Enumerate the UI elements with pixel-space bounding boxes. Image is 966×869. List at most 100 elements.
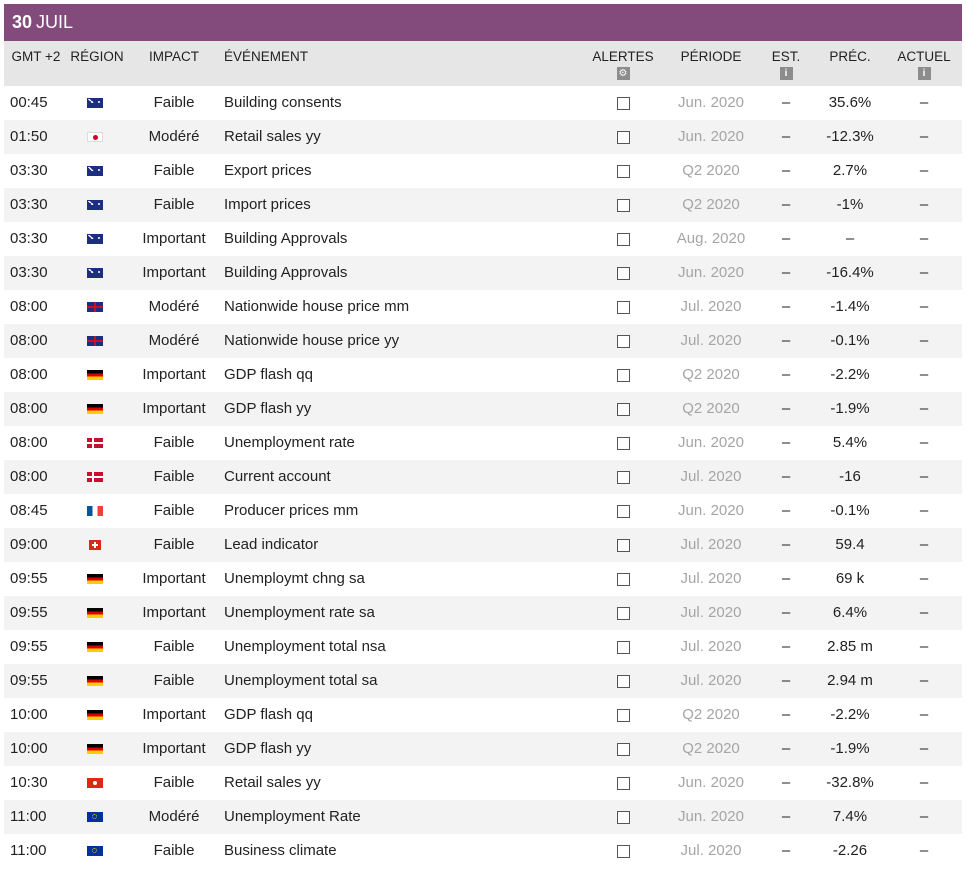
table-row[interactable]: 10:00 Important GDP flash qq Q2 2020 – -2.2% – — [4, 698, 962, 732]
table-row[interactable]: 08:00 Important GDP flash qq Q2 2020 – -2.2% – — [4, 358, 962, 392]
event-name[interactable]: Unemployment Rate — [224, 800, 584, 834]
checkbox-box[interactable] — [616, 708, 630, 722]
checkbox-box[interactable] — [616, 436, 630, 450]
event-name[interactable]: Lead indicator — [224, 528, 584, 562]
table-row[interactable]: 08:00 Modéré Nationwide house price mm Jul.… — [4, 290, 962, 324]
table-row[interactable]: 01:50 Modéré Retail sales yy Jun. 2020 – -12.… — [4, 120, 962, 154]
alert-checkbox[interactable] — [608, 494, 638, 528]
checkbox-box[interactable] — [616, 606, 630, 620]
table-row[interactable]: 09:00 Faible Lead indicator Jul. 2020 – 59.4 – — [4, 528, 962, 562]
event-name[interactable]: Producer prices mm — [224, 494, 584, 528]
checkbox-box[interactable] — [616, 334, 630, 348]
event-name[interactable]: Business climate — [224, 834, 584, 868]
event-name[interactable]: Building Approvals — [224, 256, 584, 290]
table-row[interactable]: 03:30 Important Building Approvals Jun. 202… — [4, 256, 962, 290]
table-row[interactable]: 10:30 Faible Retail sales yy Jun. 2020 – -32.… — [4, 766, 962, 800]
info-icon[interactable]: i — [917, 67, 931, 80]
event-name[interactable]: Building Approvals — [224, 222, 584, 256]
event-name[interactable]: Unemployment rate sa — [224, 596, 584, 630]
event-name[interactable]: Retail sales yy — [224, 766, 584, 800]
alert-checkbox[interactable] — [608, 664, 638, 698]
event-name[interactable]: GDP flash yy — [224, 392, 584, 426]
table-row[interactable]: 08:45 Faible Producer prices mm Jun. 2020 – -… — [4, 494, 962, 528]
alert-checkbox[interactable] — [608, 426, 638, 460]
checkbox-box[interactable] — [616, 538, 630, 552]
alert-checkbox[interactable] — [608, 596, 638, 630]
event-name[interactable]: Nationwide house price mm — [224, 290, 584, 324]
event-name[interactable]: Nationwide house price yy — [224, 324, 584, 358]
table-row[interactable]: 11:00 Faible Business climate Jul. 2020 – -2.… — [4, 834, 962, 868]
info-icon[interactable]: i — [779, 67, 793, 80]
alert-checkbox[interactable] — [608, 800, 638, 834]
checkbox-box[interactable] — [616, 674, 630, 688]
table-row[interactable]: 09:55 Important Unemployment rate sa Jul. 2… — [4, 596, 962, 630]
event-name[interactable]: Retail sales yy — [224, 120, 584, 154]
checkbox-box[interactable] — [616, 232, 630, 246]
checkbox-box[interactable] — [616, 402, 630, 416]
checkbox-box[interactable] — [616, 810, 630, 824]
checkbox-box[interactable] — [616, 844, 630, 858]
table-row[interactable]: 08:00 Important GDP flash yy Q2 2020 – -1.9% – — [4, 392, 962, 426]
table-row[interactable]: 11:00 Modéré Unemployment Rate Jun. 2020 – 7.… — [4, 800, 962, 834]
event-name[interactable]: Export prices — [224, 154, 584, 188]
alert-checkbox[interactable] — [608, 188, 638, 222]
alert-checkbox[interactable] — [608, 290, 638, 324]
alert-checkbox[interactable] — [608, 256, 638, 290]
table-row[interactable]: 08:00 Faible Unemployment rate Jun. 2020 – 5.… — [4, 426, 962, 460]
alert-checkbox[interactable] — [608, 460, 638, 494]
alert-checkbox[interactable] — [608, 222, 638, 256]
table-row[interactable]: 03:30 Faible Import prices Q2 2020 – -1% – — [4, 188, 962, 222]
event-name[interactable]: Import prices — [224, 188, 584, 222]
event-name[interactable]: Unemployment rate — [224, 426, 584, 460]
event-name[interactable]: GDP flash yy — [224, 732, 584, 766]
table-row[interactable]: 10:00 Important GDP flash yy Q2 2020 – -1.9% – — [4, 732, 962, 766]
checkbox-box[interactable] — [616, 470, 630, 484]
col-prec[interactable]: PRÉC. — [822, 49, 878, 64]
checkbox-box[interactable] — [616, 300, 630, 314]
checkbox-box[interactable] — [616, 368, 630, 382]
checkbox-box[interactable] — [616, 130, 630, 144]
gear-icon[interactable]: ⚙ — [616, 67, 630, 80]
table-row[interactable]: 03:30 Important Building Approvals Aug. 202… — [4, 222, 962, 256]
table-row[interactable]: 09:55 Faible Unemployment total sa Jul. 202… — [4, 664, 962, 698]
col-time[interactable]: GMT +2 — [8, 49, 64, 64]
event-name[interactable]: Unemployment total sa — [224, 664, 584, 698]
table-row[interactable]: 09:55 Faible Unemployment total nsa Jul. 20… — [4, 630, 962, 664]
alert-checkbox[interactable] — [608, 324, 638, 358]
alert-checkbox[interactable] — [608, 562, 638, 596]
table-row[interactable]: 00:45 Faible Building consents Jun. 2020 – 35… — [4, 86, 962, 120]
col-region[interactable]: RÉGION — [70, 49, 124, 64]
alert-checkbox[interactable] — [608, 358, 638, 392]
alert-checkbox[interactable] — [608, 698, 638, 732]
checkbox-box[interactable] — [616, 504, 630, 518]
alert-checkbox[interactable] — [608, 834, 638, 868]
col-period[interactable]: PÉRIODE — [671, 49, 751, 64]
alert-checkbox[interactable] — [608, 86, 638, 120]
table-row[interactable]: 08:00 Modéré Nationwide house price yy Jul.… — [4, 324, 962, 358]
alert-checkbox[interactable] — [608, 528, 638, 562]
event-name[interactable]: Unemploymt chng sa — [224, 562, 584, 596]
checkbox-box[interactable] — [616, 96, 630, 110]
table-row[interactable]: 03:30 Faible Export prices Q2 2020 – 2.7% – — [4, 154, 962, 188]
checkbox-box[interactable] — [616, 572, 630, 586]
alert-checkbox[interactable] — [608, 392, 638, 426]
alert-checkbox[interactable] — [608, 732, 638, 766]
alert-checkbox[interactable] — [608, 154, 638, 188]
alert-checkbox[interactable] — [608, 766, 638, 800]
checkbox-box[interactable] — [616, 776, 630, 790]
event-name[interactable]: Current account — [224, 460, 584, 494]
col-impact[interactable]: IMPACT — [142, 49, 206, 64]
checkbox-box[interactable] — [616, 640, 630, 654]
checkbox-box[interactable] — [616, 742, 630, 756]
event-name[interactable]: Building consents — [224, 86, 584, 120]
event-name[interactable]: GDP flash qq — [224, 358, 584, 392]
col-event[interactable]: ÉVÉNEMENT — [224, 49, 308, 64]
checkbox-box[interactable] — [616, 266, 630, 280]
checkbox-box[interactable] — [616, 164, 630, 178]
table-row[interactable]: 09:55 Important Unemploymt chng sa Jul. 202… — [4, 562, 962, 596]
alert-checkbox[interactable] — [608, 630, 638, 664]
event-name[interactable]: Unemployment total nsa — [224, 630, 584, 664]
table-row[interactable]: 08:00 Faible Current account Jul. 2020 – -16 – — [4, 460, 962, 494]
event-name[interactable]: GDP flash qq — [224, 698, 584, 732]
alert-checkbox[interactable] — [608, 120, 638, 154]
